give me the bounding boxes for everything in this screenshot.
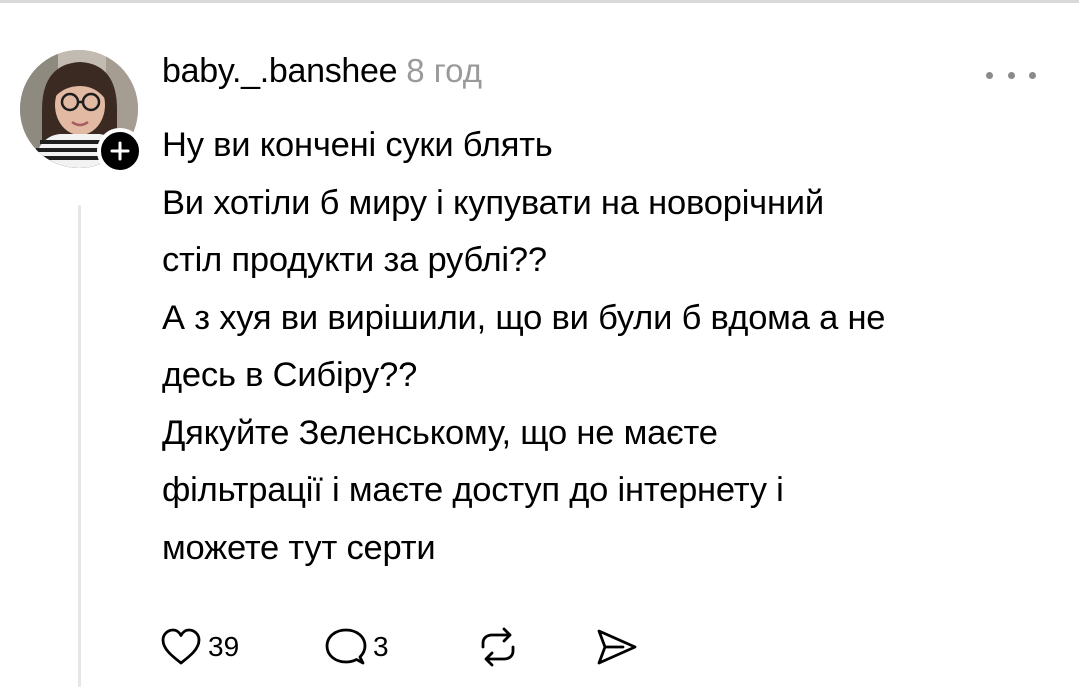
top-divider (0, 0, 1079, 3)
send-icon (597, 629, 637, 665)
thread-line (78, 205, 81, 687)
more-dots-icon (986, 71, 993, 79)
comment-count: 3 (373, 631, 389, 662)
post-text-line: десь в Сибіру?? (162, 356, 418, 394)
timestamp: 8 год (406, 52, 482, 89)
post-header: baby._.banshee 8 год (162, 52, 482, 96)
post-text-line: Дякуйте Зеленському, що не маєте (162, 413, 718, 452)
like-count: 39 (208, 631, 240, 662)
more-options-button[interactable] (986, 66, 1036, 84)
speech-bubble-icon (325, 628, 367, 665)
repost-button[interactable] (475, 627, 595, 667)
post-text: Ну ви кончені суки блять Ви хотіли б мир… (162, 117, 1052, 577)
post-text-line: стіл продукти за рублі?? (162, 241, 547, 279)
follow-button[interactable] (97, 128, 143, 174)
post-text-line: А з хуя ви вирішили, що ви були б вдома … (162, 298, 886, 337)
username[interactable]: baby._.banshee (162, 52, 398, 91)
action-bar: 39 3 (160, 622, 639, 672)
post-text-line: можете тут серти (162, 528, 436, 567)
post-text-line: фільтрації і маєте доступ до інтернету і (162, 471, 784, 509)
repost-icon (481, 627, 515, 667)
post-text-line: Ну ви кончені суки блять (162, 126, 553, 164)
share-button[interactable] (595, 627, 639, 667)
like-button[interactable]: 39 (160, 627, 325, 667)
comment-button[interactable]: 3 (325, 627, 475, 667)
plus-icon (110, 141, 130, 161)
heart-icon (161, 628, 201, 665)
post-text-line: Ви хотіли б миру і купувати на новорічни… (162, 183, 824, 222)
